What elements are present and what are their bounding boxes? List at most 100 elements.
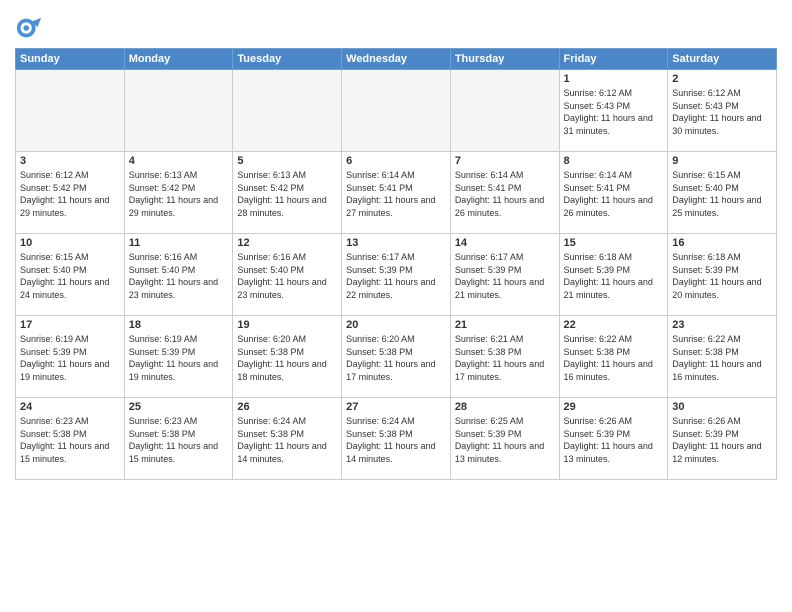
calendar-table: SundayMondayTuesdayWednesdayThursdayFrid… bbox=[15, 48, 777, 480]
weekday-header-wednesday: Wednesday bbox=[342, 49, 451, 70]
day-info: Sunrise: 6:18 AMSunset: 5:39 PMDaylight:… bbox=[564, 251, 664, 301]
calendar-week-4: 17 Sunrise: 6:19 AMSunset: 5:39 PMDayligh… bbox=[16, 316, 777, 398]
calendar-cell bbox=[233, 70, 342, 152]
day-number: 8 bbox=[564, 155, 664, 167]
day-number: 23 bbox=[672, 319, 772, 331]
day-info: Sunrise: 6:22 AMSunset: 5:38 PMDaylight:… bbox=[672, 333, 772, 383]
day-number: 14 bbox=[455, 237, 555, 249]
day-info: Sunrise: 6:24 AMSunset: 5:38 PMDaylight:… bbox=[237, 415, 337, 465]
calendar-cell: 21 Sunrise: 6:21 AMSunset: 5:38 PMDayligh… bbox=[450, 316, 559, 398]
day-info: Sunrise: 6:15 AMSunset: 5:40 PMDaylight:… bbox=[20, 251, 120, 301]
calendar-cell: 14 Sunrise: 6:17 AMSunset: 5:39 PMDayligh… bbox=[450, 234, 559, 316]
calendar-cell bbox=[16, 70, 125, 152]
page: SundayMondayTuesdayWednesdayThursdayFrid… bbox=[0, 0, 792, 612]
calendar-cell: 27 Sunrise: 6:24 AMSunset: 5:38 PMDayligh… bbox=[342, 398, 451, 480]
weekday-header-saturday: Saturday bbox=[668, 49, 777, 70]
calendar-cell: 28Sunrise: 6:25 AMSunset: 5:39 PMDayligh… bbox=[450, 398, 559, 480]
day-number: 20 bbox=[346, 319, 446, 331]
day-info: Sunrise: 6:23 AMSunset: 5:38 PMDaylight:… bbox=[129, 415, 229, 465]
day-info: Sunrise: 6:14 AMSunset: 5:41 PMDaylight:… bbox=[346, 169, 446, 219]
day-info: Sunrise: 6:25 AMSunset: 5:39 PMDaylight:… bbox=[455, 415, 555, 465]
day-info: Sunrise: 6:18 AMSunset: 5:39 PMDaylight:… bbox=[672, 251, 772, 301]
calendar-cell: 6 Sunrise: 6:14 AMSunset: 5:41 PMDaylight… bbox=[342, 152, 451, 234]
day-number: 21 bbox=[455, 319, 555, 331]
day-number: 5 bbox=[237, 155, 337, 167]
calendar-cell: 13Sunrise: 6:17 AMSunset: 5:39 PMDayligh… bbox=[342, 234, 451, 316]
day-info: Sunrise: 6:15 AMSunset: 5:40 PMDaylight:… bbox=[672, 169, 772, 219]
day-info: Sunrise: 6:17 AMSunset: 5:39 PMDaylight:… bbox=[346, 251, 446, 301]
calendar-cell: 5 Sunrise: 6:13 AMSunset: 5:42 PMDaylight… bbox=[233, 152, 342, 234]
calendar-cell: 4 Sunrise: 6:13 AMSunset: 5:42 PMDaylight… bbox=[124, 152, 233, 234]
day-info: Sunrise: 6:12 AMSunset: 5:43 PMDaylight:… bbox=[672, 87, 772, 137]
calendar-week-2: 3 Sunrise: 6:12 AMSunset: 5:42 PMDaylight… bbox=[16, 152, 777, 234]
day-info: Sunrise: 6:16 AMSunset: 5:40 PMDaylight:… bbox=[129, 251, 229, 301]
day-info: Sunrise: 6:14 AMSunset: 5:41 PMDaylight:… bbox=[564, 169, 664, 219]
calendar-cell: 7 Sunrise: 6:14 AMSunset: 5:41 PMDaylight… bbox=[450, 152, 559, 234]
day-info: Sunrise: 6:19 AMSunset: 5:39 PMDaylight:… bbox=[20, 333, 120, 383]
calendar-cell: 17 Sunrise: 6:19 AMSunset: 5:39 PMDayligh… bbox=[16, 316, 125, 398]
logo bbox=[15, 14, 45, 42]
day-number: 24 bbox=[20, 401, 120, 413]
logo-icon bbox=[15, 14, 43, 42]
weekday-header-tuesday: Tuesday bbox=[233, 49, 342, 70]
day-info: Sunrise: 6:26 AMSunset: 5:39 PMDaylight:… bbox=[672, 415, 772, 465]
calendar-cell: 23 Sunrise: 6:22 AMSunset: 5:38 PMDayligh… bbox=[668, 316, 777, 398]
calendar-cell: 8 Sunrise: 6:14 AMSunset: 5:41 PMDaylight… bbox=[559, 152, 668, 234]
day-number: 25 bbox=[129, 401, 229, 413]
day-number: 9 bbox=[672, 155, 772, 167]
day-info: Sunrise: 6:16 AMSunset: 5:40 PMDaylight:… bbox=[237, 251, 337, 301]
calendar-cell: 19 Sunrise: 6:20 AMSunset: 5:38 PMDayligh… bbox=[233, 316, 342, 398]
day-number: 3 bbox=[20, 155, 120, 167]
calendar-cell: 29 Sunrise: 6:26 AMSunset: 5:39 PMDayligh… bbox=[559, 398, 668, 480]
calendar-cell: 25 Sunrise: 6:23 AMSunset: 5:38 PMDayligh… bbox=[124, 398, 233, 480]
calendar-cell: 11Sunrise: 6:16 AMSunset: 5:40 PMDayligh… bbox=[124, 234, 233, 316]
day-info: Sunrise: 6:14 AMSunset: 5:41 PMDaylight:… bbox=[455, 169, 555, 219]
day-number: 17 bbox=[20, 319, 120, 331]
weekday-header-friday: Friday bbox=[559, 49, 668, 70]
day-number: 22 bbox=[564, 319, 664, 331]
calendar-header-row: SundayMondayTuesdayWednesdayThursdayFrid… bbox=[16, 49, 777, 70]
day-number: 19 bbox=[237, 319, 337, 331]
day-info: Sunrise: 6:24 AMSunset: 5:38 PMDaylight:… bbox=[346, 415, 446, 465]
calendar-week-1: 1Sunrise: 6:12 AMSunset: 5:43 PMDaylight… bbox=[16, 70, 777, 152]
day-number: 6 bbox=[346, 155, 446, 167]
weekday-header-monday: Monday bbox=[124, 49, 233, 70]
calendar-cell: 26Sunrise: 6:24 AMSunset: 5:38 PMDayligh… bbox=[233, 398, 342, 480]
calendar-cell: 3 Sunrise: 6:12 AMSunset: 5:42 PMDaylight… bbox=[16, 152, 125, 234]
day-number: 16 bbox=[672, 237, 772, 249]
day-info: Sunrise: 6:19 AMSunset: 5:39 PMDaylight:… bbox=[129, 333, 229, 383]
day-number: 4 bbox=[129, 155, 229, 167]
calendar-cell: 18 Sunrise: 6:19 AMSunset: 5:39 PMDayligh… bbox=[124, 316, 233, 398]
day-number: 18 bbox=[129, 319, 229, 331]
header bbox=[15, 10, 777, 42]
calendar-cell: 10 Sunrise: 6:15 AMSunset: 5:40 PMDayligh… bbox=[16, 234, 125, 316]
weekday-header-sunday: Sunday bbox=[16, 49, 125, 70]
day-info: Sunrise: 6:20 AMSunset: 5:38 PMDaylight:… bbox=[346, 333, 446, 383]
day-number: 27 bbox=[346, 401, 446, 413]
calendar-cell: 15 Sunrise: 6:18 AMSunset: 5:39 PMDayligh… bbox=[559, 234, 668, 316]
day-info: Sunrise: 6:21 AMSunset: 5:38 PMDaylight:… bbox=[455, 333, 555, 383]
day-info: Sunrise: 6:26 AMSunset: 5:39 PMDaylight:… bbox=[564, 415, 664, 465]
day-info: Sunrise: 6:17 AMSunset: 5:39 PMDaylight:… bbox=[455, 251, 555, 301]
calendar-week-3: 10 Sunrise: 6:15 AMSunset: 5:40 PMDayligh… bbox=[16, 234, 777, 316]
calendar-cell: 12 Sunrise: 6:16 AMSunset: 5:40 PMDayligh… bbox=[233, 234, 342, 316]
calendar-cell bbox=[450, 70, 559, 152]
day-info: Sunrise: 6:20 AMSunset: 5:38 PMDaylight:… bbox=[237, 333, 337, 383]
day-number: 12 bbox=[237, 237, 337, 249]
day-info: Sunrise: 6:13 AMSunset: 5:42 PMDaylight:… bbox=[129, 169, 229, 219]
calendar-cell: 22Sunrise: 6:22 AMSunset: 5:38 PMDayligh… bbox=[559, 316, 668, 398]
day-number: 7 bbox=[455, 155, 555, 167]
day-number: 15 bbox=[564, 237, 664, 249]
day-info: Sunrise: 6:23 AMSunset: 5:38 PMDaylight:… bbox=[20, 415, 120, 465]
calendar-cell: 2Sunrise: 6:12 AMSunset: 5:43 PMDaylight… bbox=[668, 70, 777, 152]
calendar-cell: 1Sunrise: 6:12 AMSunset: 5:43 PMDaylight… bbox=[559, 70, 668, 152]
day-number: 29 bbox=[564, 401, 664, 413]
calendar-cell: 16 Sunrise: 6:18 AMSunset: 5:39 PMDayligh… bbox=[668, 234, 777, 316]
day-number: 10 bbox=[20, 237, 120, 249]
calendar-cell: 30Sunrise: 6:26 AMSunset: 5:39 PMDayligh… bbox=[668, 398, 777, 480]
calendar-week-5: 24 Sunrise: 6:23 AMSunset: 5:38 PMDayligh… bbox=[16, 398, 777, 480]
weekday-header-thursday: Thursday bbox=[450, 49, 559, 70]
calendar-cell bbox=[342, 70, 451, 152]
day-info: Sunrise: 6:13 AMSunset: 5:42 PMDaylight:… bbox=[237, 169, 337, 219]
day-info: Sunrise: 6:12 AMSunset: 5:42 PMDaylight:… bbox=[20, 169, 120, 219]
